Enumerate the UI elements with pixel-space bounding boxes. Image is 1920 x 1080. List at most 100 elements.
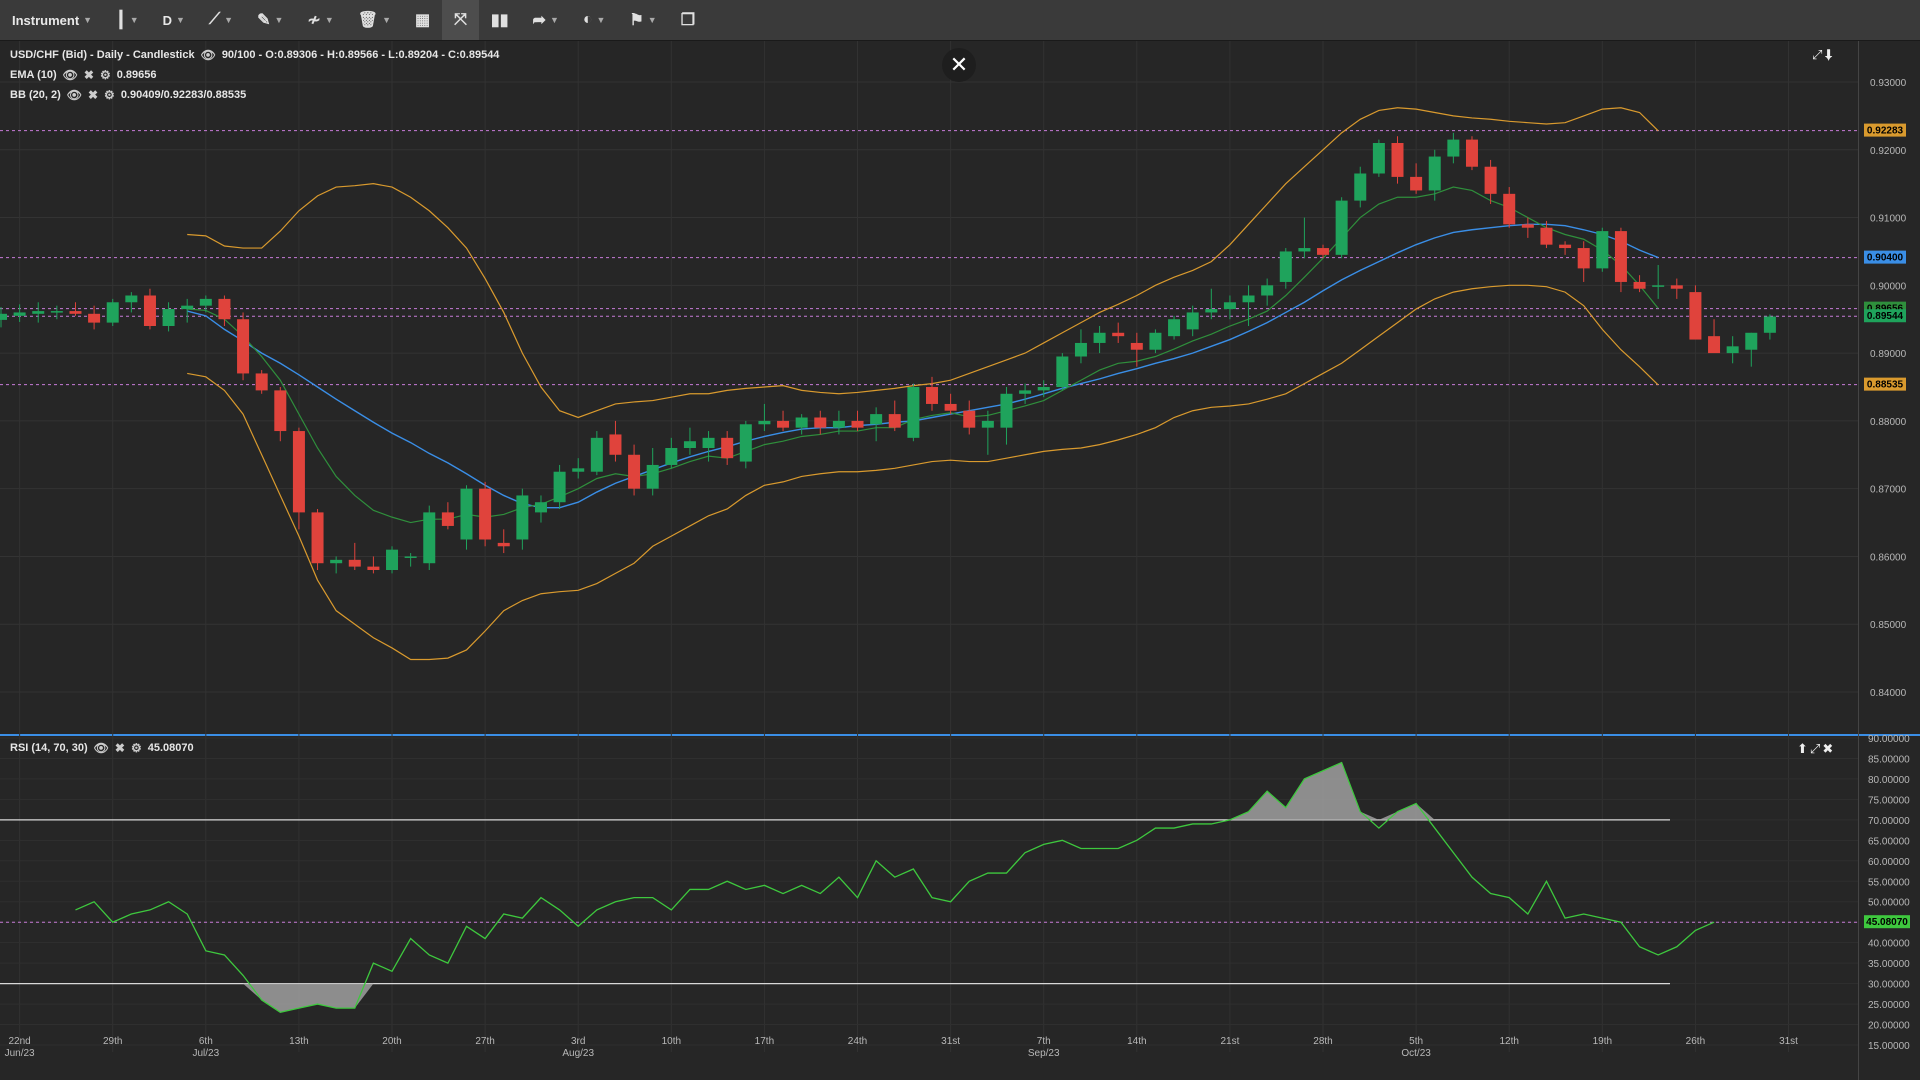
close-icon[interactable]: ✖: [88, 88, 98, 102]
candle-body: [907, 387, 920, 438]
theme-icon: ◐: [582, 11, 593, 28]
pattern-menu[interactable]: ≁ ▼: [295, 0, 345, 40]
delete-menu[interactable]: 🗑 ▼: [346, 0, 403, 40]
bb-legend: BB (20, 2) 👁 ✖ ⚙ 0.90409/0.92283/0.88535: [10, 88, 246, 102]
draw-menu[interactable]: ✎ ▼: [245, 0, 295, 40]
y-tick-label: 0.92000: [1870, 146, 1907, 157]
candle-body: [479, 488, 492, 540]
candle-body: [32, 311, 45, 314]
candle-body: [218, 298, 231, 320]
candle-body: [237, 319, 250, 374]
period-menu[interactable]: D ▼: [151, 0, 197, 40]
candle-body: [1689, 292, 1702, 340]
close-icon[interactable]: ✖: [1822, 741, 1835, 756]
gear-icon[interactable]: ⚙: [104, 88, 115, 102]
close-icon[interactable]: ✖: [115, 741, 125, 755]
period-label: D: [162, 12, 173, 28]
y-tick-label: 55.00000: [1868, 877, 1910, 888]
chevron-down-icon: ▼: [382, 15, 391, 25]
fullscreen-button[interactable]: ⤧: [442, 0, 479, 40]
candle-body: [441, 512, 454, 526]
chevron-down-icon: ▼: [549, 15, 559, 25]
x-tick-sublabel: Oct/23: [1401, 1048, 1431, 1059]
candle-body: [981, 420, 994, 428]
candle-body: [795, 417, 808, 428]
y-tick-label: 75.00000: [1868, 795, 1910, 806]
candle-body: [1521, 224, 1534, 228]
expand-icon[interactable]: ⤢: [1810, 741, 1822, 756]
volume-button[interactable]: ▮▮: [479, 0, 521, 40]
y-tick-label: 0.87000: [1870, 485, 1907, 496]
pattern-icon: ≁: [307, 12, 321, 29]
y-tick-label: 0.93000: [1870, 78, 1907, 89]
candle-body: [1317, 248, 1330, 255]
theme-menu[interactable]: ◐ ▼: [571, 0, 618, 40]
main-series-title: USD/CHF (Bid) - Daily - Candlestick: [10, 49, 195, 61]
y-tick-label: 80.00000: [1868, 775, 1910, 786]
candle-body: [609, 434, 622, 455]
candle-body: [832, 420, 845, 428]
candle-body: [13, 312, 26, 316]
language-menu[interactable]: ⚑ ▼: [617, 0, 668, 40]
price-tag-label: 0.90400: [1867, 253, 1904, 264]
y-tick-label: 0.89000: [1870, 349, 1907, 360]
candle-body: [758, 420, 771, 425]
y-tick-label: 50.00000: [1868, 898, 1910, 909]
chart-type-menu[interactable]: ┃ ▼: [104, 0, 151, 40]
y-tick-label: 70.00000: [1868, 816, 1910, 827]
eye-icon[interactable]: 👁: [94, 741, 109, 755]
candle-body: [721, 437, 734, 459]
candle-body: [423, 512, 436, 564]
candle-body: [944, 403, 957, 411]
expand-icon[interactable]: ⤢: [1812, 47, 1824, 62]
chevron-down-icon: ▼: [83, 15, 93, 25]
candle-body: [181, 305, 194, 310]
popout-button[interactable]: ❐: [669, 0, 707, 40]
instrument-menu[interactable]: Instrument ▼: [0, 0, 104, 40]
candle-body: [1447, 139, 1460, 157]
chevron-down-icon: ▼: [129, 15, 139, 25]
price-tag-label: 0.88535: [1867, 380, 1904, 391]
price-tag-label: 0.89544: [1867, 311, 1904, 322]
popout-icon: ❐: [680, 12, 696, 29]
candle-body: [106, 302, 119, 323]
candle-body: [1670, 285, 1683, 289]
eye-icon[interactable]: 👁: [67, 88, 82, 102]
candle-body: [1298, 248, 1311, 252]
candle-body: [870, 414, 883, 425]
eye-icon[interactable]: 👁: [201, 48, 216, 62]
gear-icon[interactable]: ⚙: [131, 741, 142, 755]
candle-body: [1596, 231, 1609, 269]
share-menu[interactable]: ➦ ▼: [521, 0, 571, 40]
instrument-label: Instrument: [12, 12, 80, 28]
chevron-down-icon: ▼: [324, 15, 334, 25]
trend-line-menu[interactable]: ⟋ ▼: [197, 0, 245, 40]
candle-body: [590, 437, 603, 472]
candle-body: [1763, 316, 1776, 333]
pane-separator[interactable]: [0, 734, 1920, 736]
close-icon[interactable]: ✖: [84, 68, 94, 82]
y-tick-label: 35.00000: [1868, 959, 1910, 970]
candle-body: [665, 448, 678, 465]
candle-body: [814, 417, 827, 428]
eye-icon[interactable]: 👁: [63, 68, 78, 82]
gear-icon[interactable]: ⚙: [100, 68, 111, 82]
y-tick-label: 15.00000: [1868, 1041, 1910, 1052]
y-tick-label: 85.00000: [1868, 754, 1910, 765]
move-down-icon[interactable]: ⬇: [1824, 47, 1834, 62]
x-tick-sublabel: Jun/23: [5, 1048, 35, 1059]
candle-body: [1056, 356, 1069, 387]
candle-body: [1074, 342, 1087, 357]
axis-divider: [1858, 41, 1859, 1080]
layout-icon: ▦: [414, 12, 431, 29]
chevron-down-icon: ▼: [176, 15, 185, 25]
candle-body: [516, 495, 529, 540]
candle-body: [628, 454, 641, 489]
close-button[interactable]: ✕: [942, 48, 976, 82]
x-tick-sublabel: Sep/23: [1028, 1048, 1060, 1059]
move-up-icon[interactable]: ⬆: [1797, 741, 1810, 756]
chart-canvas[interactable]: 0.93000 0.92000 0.91000 0.90000 0.89000 0.880…: [0, 41, 1920, 1080]
y-tick-label: 65.00000: [1868, 836, 1910, 847]
layout-button[interactable]: ▦: [403, 0, 442, 40]
candle-body: [1093, 332, 1106, 343]
